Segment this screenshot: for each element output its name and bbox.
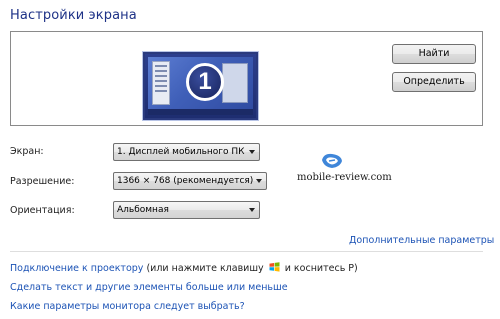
display-select-value: 1. Дисплей мобильного ПК [117,147,245,157]
divider [10,251,483,252]
mobile-review-logo-icon [322,153,342,168]
monitor-taskbar-graphic [148,109,253,115]
monitor-screen: 1 [148,57,253,115]
chevron-down-icon [256,179,262,183]
page-title: Настройки экрана [10,8,137,23]
resolution-select[interactable]: 1366 × 768 (рекомендуется) [113,172,267,190]
projector-hint-after: и коснитесь P) [284,263,358,274]
display-select[interactable]: 1. Дисплей мобильного ПК [113,143,260,161]
windows-logo-icon [269,262,280,272]
identify-button[interactable]: Определить [392,72,476,92]
monitor-panel-graphic [222,63,248,103]
chevron-down-icon [249,150,255,154]
resolution-label: Разрешение: [10,176,75,187]
display-label: Экран: [10,146,44,157]
monitor-1-thumbnail[interactable]: 1 [143,52,258,120]
find-button[interactable]: Найти [392,44,476,64]
chevron-down-icon [249,208,255,212]
orientation-select-value: Альбомная [117,205,169,215]
orientation-label: Ориентация: [10,205,75,216]
watermark-text: mobile-review.com [297,172,392,183]
monitor-window-graphic [152,61,170,105]
monitor-preview-area: 1 Найти Определить [10,31,483,126]
monitor-number-badge: 1 [186,63,224,101]
resolution-select-value: 1366 × 768 (рекомендуется) [117,176,254,186]
text-size-link[interactable]: Сделать текст и другие элементы больше и… [10,282,288,293]
advanced-settings-link[interactable]: Дополнительные параметры [349,235,494,246]
projector-row: Подключение к проектору (или нажмите кла… [10,262,358,274]
projector-link[interactable]: Подключение к проектору [10,263,143,274]
orientation-select[interactable]: Альбомная [113,201,260,219]
projector-hint-before: (или нажмите клавишу [146,263,264,274]
which-settings-link[interactable]: Какие параметры монитора следует выбрать… [10,301,245,312]
